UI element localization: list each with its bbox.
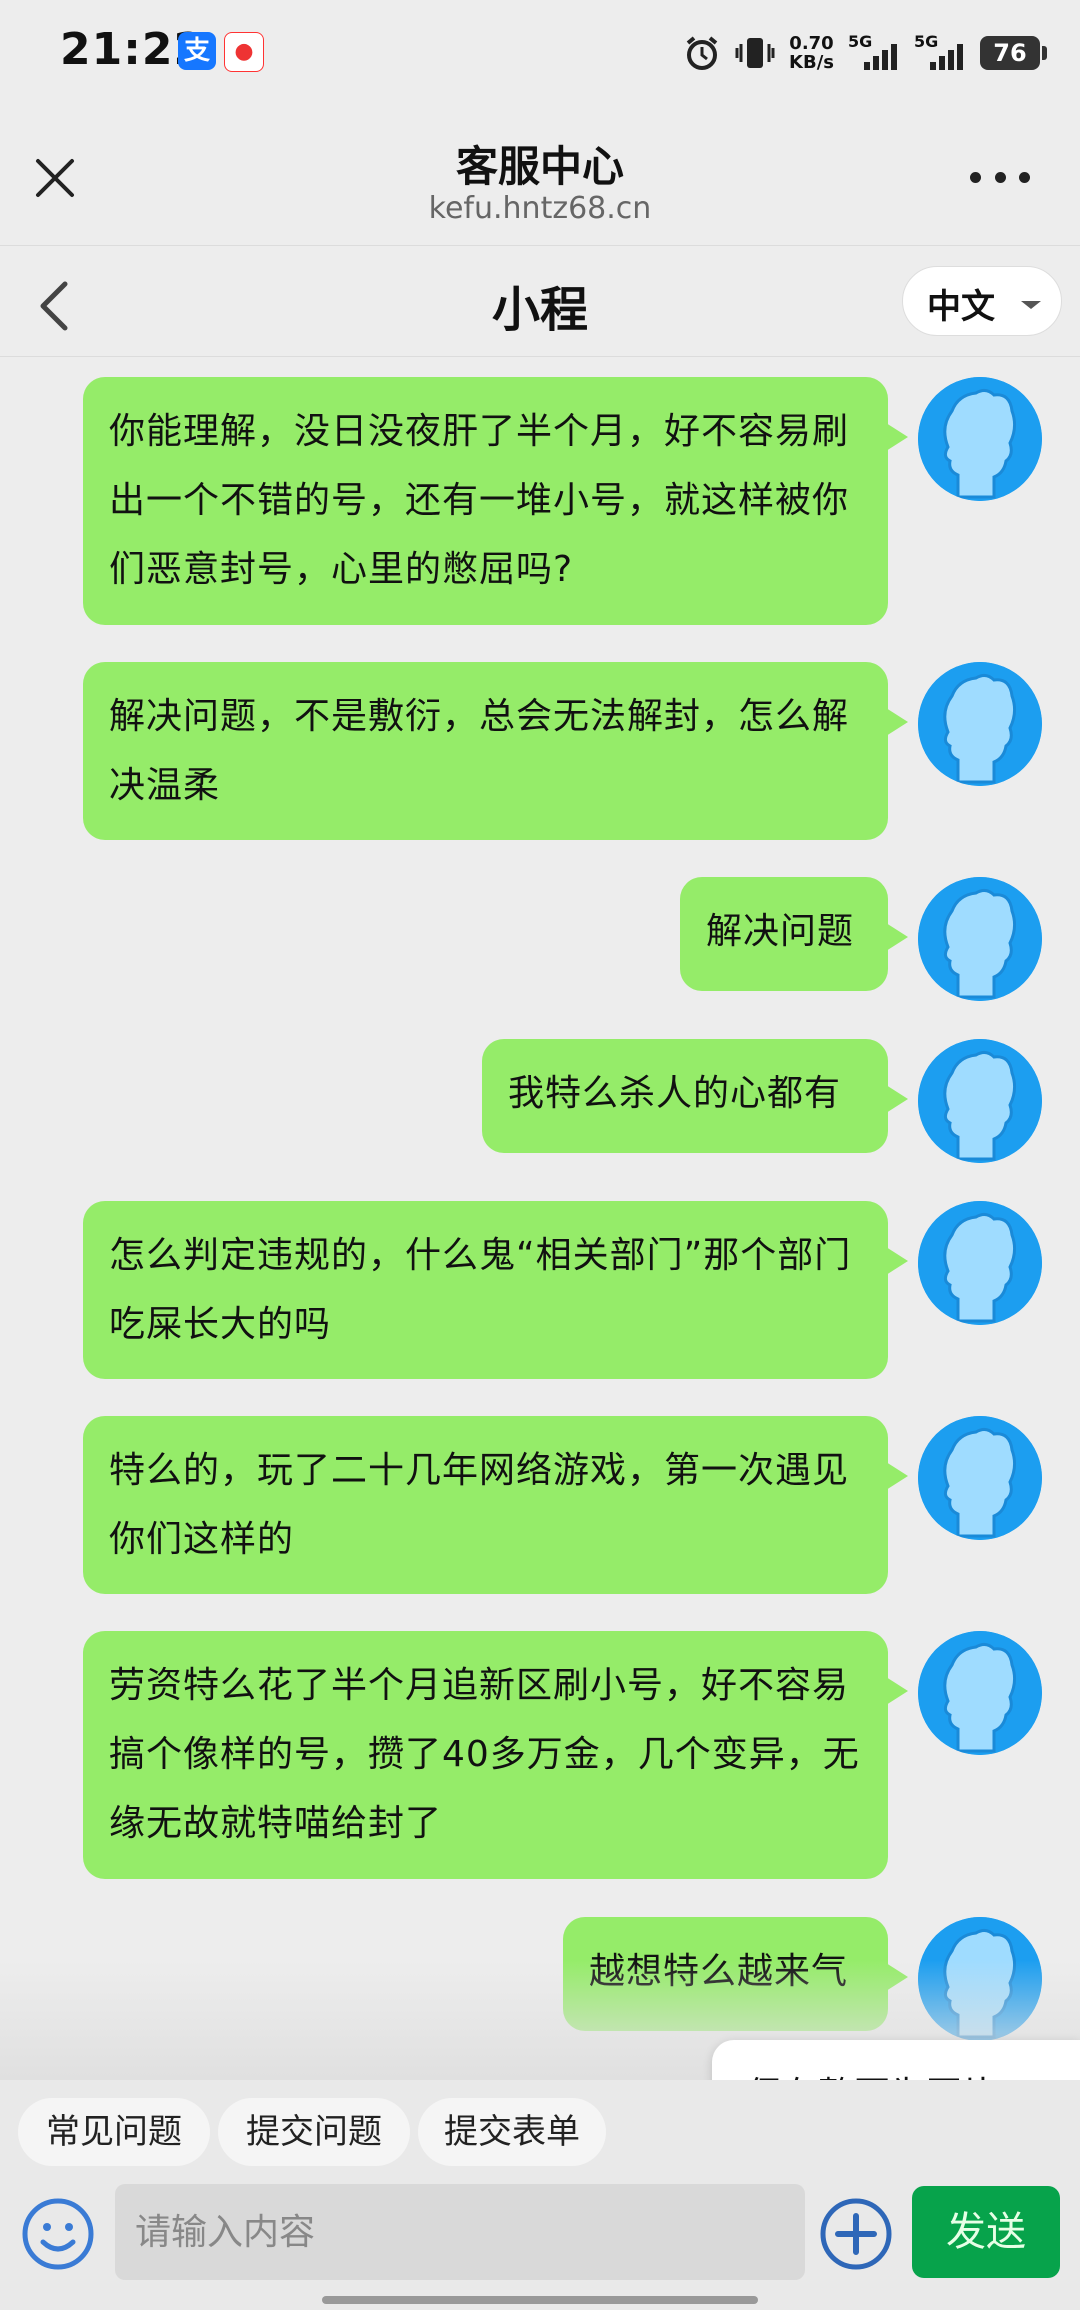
web-header: 客服中心 kefu.hntz68.cn	[0, 105, 1080, 246]
message-bubble[interactable]: 解决问题，不是敷衍，总会无法解封，怎么解决温柔	[83, 662, 908, 840]
sim1-label: 5G	[848, 32, 873, 51]
net-speed-unit: KB/s	[789, 52, 834, 73]
chevron-down-icon	[1021, 301, 1041, 309]
input-bar: 发送	[0, 2180, 1080, 2310]
battery-icon: 76	[980, 36, 1047, 70]
status-bar: 21:22 支 ● 0.70 KB/s 5G 5G 76	[0, 0, 1080, 105]
plus-icon[interactable]	[818, 2196, 894, 2272]
quick-actions-bar: 常见问题 提交问题 提交表单	[0, 2080, 1080, 2180]
message-input-box[interactable]	[115, 2184, 805, 2280]
net-speed-value: 0.70	[789, 33, 834, 54]
message-input[interactable]	[115, 2184, 805, 2280]
alarm-icon	[686, 36, 718, 70]
language-select[interactable]: 中文	[902, 266, 1062, 336]
vibrate-icon	[735, 38, 775, 68]
sim2-label: 5G	[914, 32, 939, 51]
message-bubble[interactable]: 我特么杀人的心都有	[482, 1039, 908, 1153]
status-icons: 0.70 KB/s 5G 5G 76	[683, 28, 1047, 78]
submit-form-button[interactable]: 提交表单	[418, 2098, 606, 2166]
chat-header: 小程 中文	[0, 246, 1080, 357]
avatar[interactable]	[918, 1631, 1042, 1755]
faq-button[interactable]: 常见问题	[18, 2098, 210, 2166]
avatar[interactable]	[918, 1039, 1042, 1163]
sim1-signal-icon: 5G	[848, 32, 900, 70]
message-bubble[interactable]: 你能理解，没日没夜肝了半个月，好不容易刷出一个不错的号，还有一堆小号，就这样被你…	[83, 377, 908, 625]
avatar[interactable]	[918, 877, 1042, 1001]
page-title: 客服中心	[455, 142, 624, 191]
message-bubble[interactable]: 特么的，玩了二十几年网络游戏，第一次遇见你们这样的	[83, 1416, 908, 1594]
avatar[interactable]	[918, 1201, 1042, 1325]
submit-question-button[interactable]: 提交问题	[218, 2098, 410, 2166]
alipay-icon: 支	[178, 32, 216, 70]
home-indicator[interactable]	[322, 2296, 758, 2304]
avatar[interactable]	[918, 662, 1042, 786]
message-list: 你能理解，没日没夜肝了半个月，好不容易刷出一个不错的号，还有一堆小号，就这样被你…	[0, 357, 1080, 2077]
avatar[interactable]	[918, 1416, 1042, 1540]
emoji-icon[interactable]	[20, 2196, 96, 2272]
message-bubble[interactable]: 怎么判定违规的，什么鬼“相关部门”那个部门吃屎长大的吗	[83, 1201, 908, 1379]
avatar[interactable]	[918, 377, 1042, 501]
send-button[interactable]: 发送	[912, 2186, 1060, 2278]
notification-app-icon: ●	[224, 32, 264, 72]
network-speed: 0.70 KB/s	[789, 34, 834, 72]
page-url: kefu.hntz68.cn	[428, 191, 652, 226]
sim2-signal-icon: 5G	[914, 32, 966, 70]
message-bubble[interactable]: 解决问题	[680, 877, 908, 991]
message-bubble[interactable]: 劳资特么花了半个月追新区刷小号，好不容易搞个像样的号，攒了40多万金，几个变异，…	[83, 1631, 908, 1879]
language-label: 中文	[927, 287, 995, 327]
more-icon[interactable]	[970, 167, 1030, 187]
